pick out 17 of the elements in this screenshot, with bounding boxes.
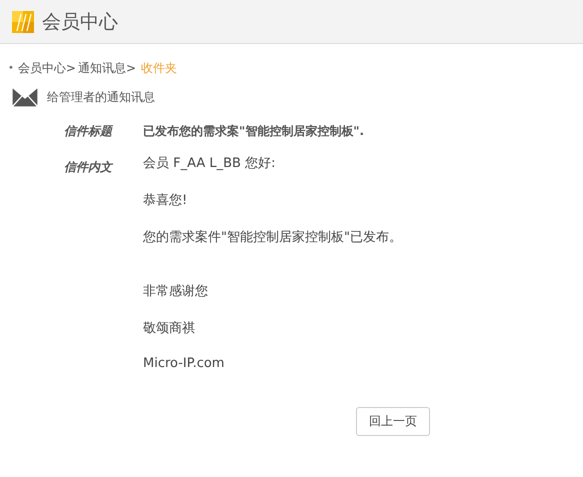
message-line: 会员 F_AA L_BB 您好:: [143, 155, 276, 172]
message-line: Micro-IP.com: [143, 356, 224, 371]
message-subject: 已发布您的需求案"智能控制居家控制板".: [143, 123, 366, 140]
message-line: 非常感谢您: [143, 283, 208, 300]
breadcrumb-link[interactable]: 通知讯息>: [78, 60, 136, 77]
page-title: 会员中心: [42, 10, 118, 34]
message-line: 恭喜您!: [143, 192, 188, 209]
envelope-icon: [12, 87, 38, 107]
back-button[interactable]: 回上一页: [356, 407, 430, 436]
message-line: 您的需求案件"智能控制居家控制板"已发布。: [143, 229, 402, 246]
bullet: •: [8, 63, 14, 74]
message-line: 敬颂商祺: [143, 320, 195, 337]
field-label: 信件标题: [64, 123, 114, 140]
logo-icon: [12, 10, 34, 32]
section-title: 给管理者的通知讯息: [47, 88, 155, 106]
breadcrumb-link[interactable]: 会员中心>: [18, 60, 76, 77]
field-label: 信件内文: [64, 159, 114, 176]
